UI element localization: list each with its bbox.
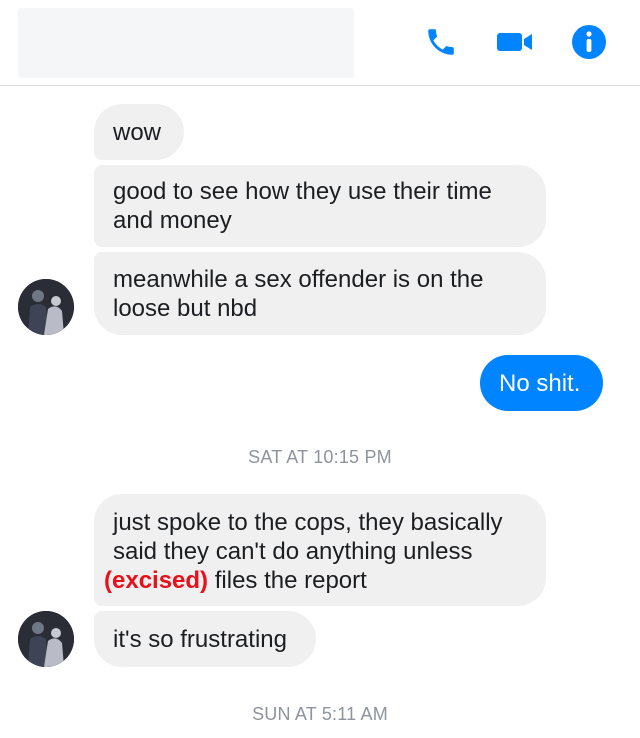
info-icon[interactable] (569, 22, 609, 62)
received-message[interactable]: wow (94, 104, 184, 160)
received-message[interactable]: just spoke to the cops, they basically s… (94, 494, 546, 606)
message-text: just spoke to the cops, they basically (113, 509, 503, 536)
message-text: files the report (214, 567, 367, 594)
message-text: meanwhile a sex offender is on the (113, 266, 484, 293)
message-text: No shit. (499, 369, 581, 397)
timestamp: SUN AT 5:11 AM (252, 704, 388, 724)
received-message[interactable]: good to see how they use their time and … (94, 165, 546, 247)
message-text: and money (113, 207, 232, 234)
contact-name-redacted[interactable] (18, 8, 354, 78)
contact-avatar[interactable] (18, 611, 74, 667)
timestamp: SAT AT 10:15 PM (248, 447, 392, 467)
redaction-label: (excised) (104, 567, 209, 594)
contact-avatar[interactable] (18, 279, 74, 335)
message-text: said they can't do anything unless (113, 538, 473, 565)
conversation-header (0, 0, 640, 86)
phone-icon[interactable] (421, 22, 461, 62)
received-message[interactable]: it's so frustrating (94, 611, 316, 667)
message-text: wow (113, 118, 162, 146)
message-text: good to see how they use their time (113, 178, 492, 205)
message-text: (excised) files the report (104, 566, 527, 595)
sent-message[interactable]: No shit. (480, 355, 603, 411)
received-message[interactable]: meanwhile a sex offender is on the loose… (94, 252, 546, 335)
message-text: loose but nbd (113, 295, 258, 322)
message-text: it's so frustrating (113, 625, 287, 653)
video-camera-icon[interactable] (495, 22, 535, 62)
